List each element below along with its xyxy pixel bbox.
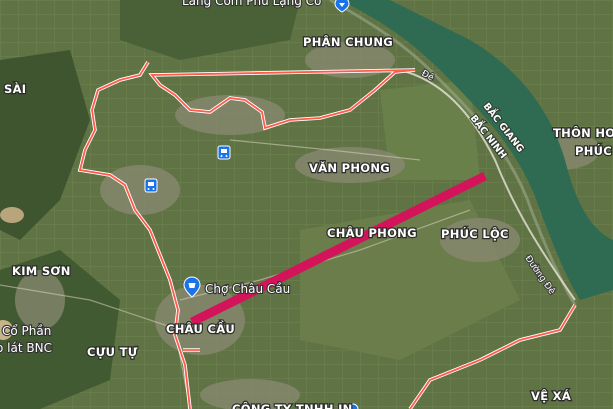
place-thon-hoa: THÔN HOA [553, 125, 613, 140]
place-chau-phong: CHÂU PHONG [327, 225, 417, 240]
business-label: o lát BNC [0, 341, 52, 355]
place-kim-son: KIM SƠN [12, 264, 71, 278]
bus-stop-icon[interactable] [144, 178, 158, 193]
place-van-phong: VĂN PHONG [309, 160, 390, 175]
top-poi-label: Lăng Cơm Phủ Lạng Cơ [182, 0, 322, 8]
satellite-map[interactable]: Lăng Cơm Phủ Lạng Cơ PHÂN CHUNG VĂN PHON… [0, 0, 613, 409]
bus-stop-icon[interactable] [217, 145, 231, 160]
place-ve-xa: VỆ XÁ [531, 388, 571, 403]
place-phuc-loc: PHÚC LỘC [441, 226, 509, 241]
place-phan-chung: PHÂN CHUNG [303, 34, 393, 49]
place-chau-cau: CHÂU CẦU [166, 319, 235, 336]
company-label: CÔNG TY TNHH IN [232, 401, 353, 409]
business-label: Cổ Phần [2, 324, 51, 338]
sand-patch [0, 207, 24, 223]
place-cuu-tu: CỰU TỰ [87, 345, 138, 359]
market-label[interactable]: Chợ Châu Cầu [204, 281, 291, 297]
place-sai: SÀI [4, 81, 26, 96]
place-phuc: PHÚC [575, 143, 612, 158]
